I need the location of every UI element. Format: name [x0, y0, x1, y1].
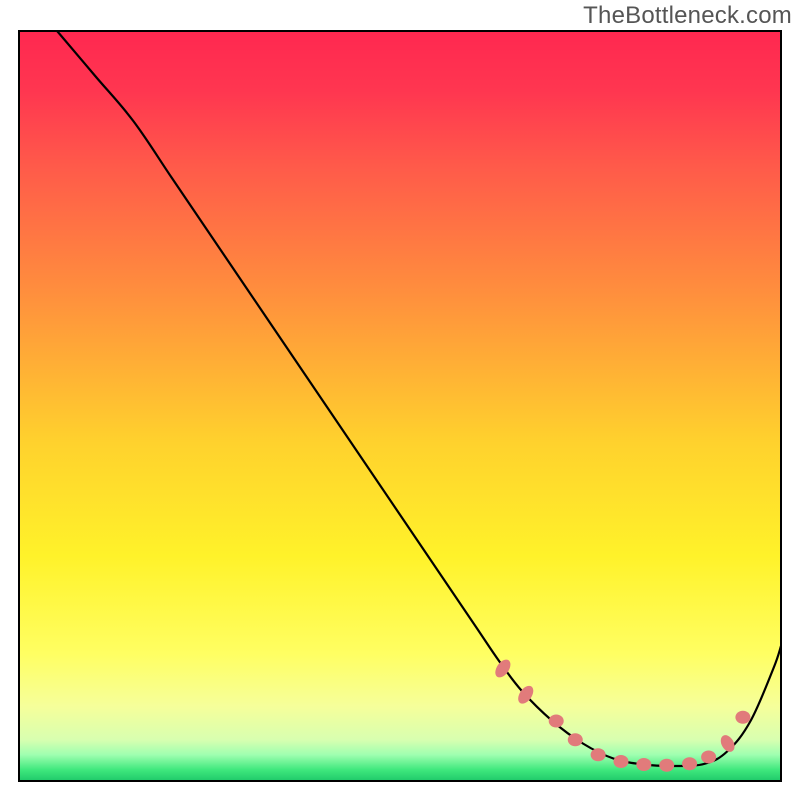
marker-dot — [701, 751, 716, 764]
marker-dot — [591, 748, 606, 761]
bottleneck-chart — [18, 30, 782, 782]
chart-frame: TheBottleneck.com — [0, 0, 800, 800]
gradient-background — [19, 31, 781, 781]
marker-dot — [568, 733, 583, 746]
marker-dot — [549, 715, 564, 728]
marker-dot — [613, 755, 628, 768]
watermark-text: TheBottleneck.com — [583, 2, 792, 30]
plot-area — [18, 30, 782, 782]
marker-dot — [735, 711, 750, 724]
marker-dot — [636, 758, 651, 771]
marker-dot — [659, 759, 674, 772]
marker-dot — [682, 757, 697, 770]
